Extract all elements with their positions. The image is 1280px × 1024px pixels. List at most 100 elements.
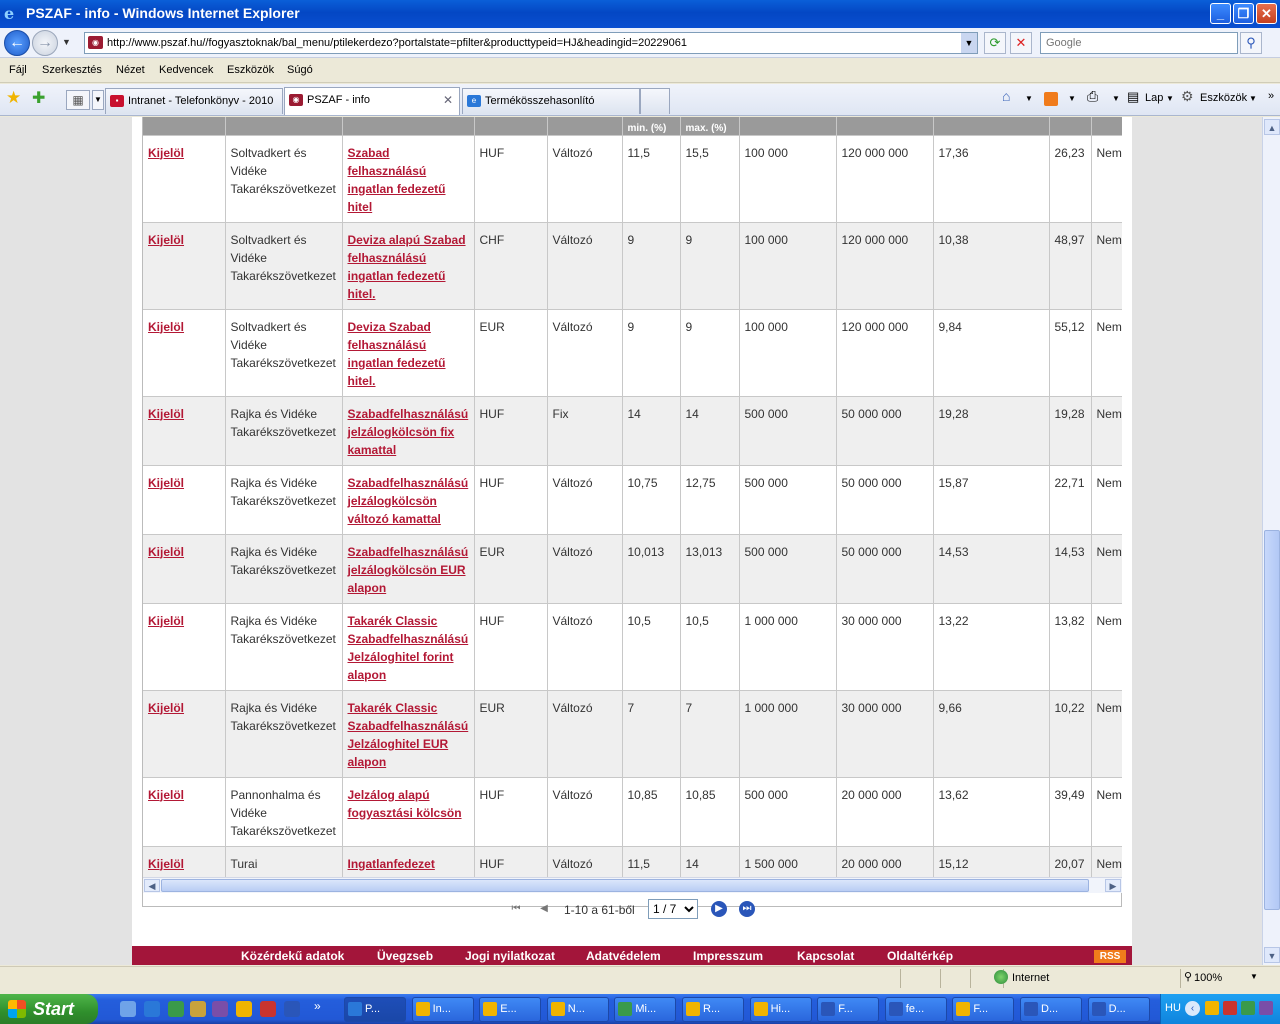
tray-app-icon[interactable]	[1241, 1001, 1255, 1015]
vertical-scroll-thumb[interactable]	[1264, 530, 1280, 910]
zoom-dropdown[interactable]: ▼	[1250, 972, 1258, 981]
search-box[interactable]	[1040, 32, 1238, 54]
tab-intranet[interactable]: ▪ Intranet - Telefonkönyv - 2010	[105, 88, 283, 114]
quicklaunch-overflow-icon[interactable]: »	[314, 999, 321, 1013]
select-link[interactable]: Kijelöl	[148, 146, 184, 160]
footer-link-kozerdeku[interactable]: Közérdekű adatok	[241, 949, 344, 963]
select-link[interactable]: Kijelöl	[148, 233, 184, 247]
quicklaunch-app-icon[interactable]	[260, 1001, 276, 1017]
footer-link-impresszum[interactable]: Impresszum	[693, 949, 763, 963]
feeds-dropdown[interactable]: ▼	[1068, 94, 1076, 103]
product-link[interactable]: Szabad felhasználású ingatlan fedezetű h…	[348, 146, 446, 214]
home-icon[interactable]: ⌂	[1002, 88, 1010, 104]
maximize-button[interactable]: ❐	[1233, 3, 1254, 24]
start-button[interactable]: Start	[0, 994, 98, 1024]
select-link[interactable]: Kijelöl	[148, 701, 184, 715]
select-link[interactable]: Kijelöl	[148, 407, 184, 421]
zoom-level[interactable]: 100%	[1194, 972, 1222, 984]
horizontal-scroll-thumb[interactable]	[161, 879, 1089, 892]
taskbar-task[interactable]: R...	[682, 997, 744, 1022]
tray-app-icon[interactable]	[1205, 1001, 1219, 1015]
product-link[interactable]: Jelzálog alapú fogyasztási kölcsön	[348, 788, 462, 820]
quicklaunch-app-icon[interactable]	[190, 1001, 206, 1017]
select-link[interactable]: Kijelöl	[148, 545, 184, 559]
address-dropdown[interactable]: ▼	[961, 33, 977, 53]
print-icon[interactable]: ⎙	[1087, 88, 1098, 105]
tools-menu-button[interactable]: Eszközök	[1200, 92, 1247, 104]
close-button[interactable]: ✕	[1256, 3, 1277, 24]
next-page-icon[interactable]: ▶	[711, 901, 727, 917]
tab-list-dropdown[interactable]: ▼	[92, 90, 104, 110]
taskbar-task[interactable]: fe...	[884, 997, 947, 1022]
quicklaunch-ie-icon[interactable]	[144, 1001, 160, 1017]
taskbar-task[interactable]: Hi...	[749, 997, 812, 1022]
quicklaunch-outlook-icon[interactable]	[236, 1001, 252, 1017]
stop-button[interactable]: ✕	[1010, 32, 1032, 54]
select-link[interactable]: Kijelöl	[148, 788, 184, 802]
footer-link-jogi[interactable]: Jogi nyilatkozat	[465, 949, 555, 963]
horizontal-scrollbar[interactable]: ◀ ▶	[143, 877, 1122, 893]
product-link[interactable]: Takarék Classic Szabadfelhasználású Jelz…	[348, 614, 469, 682]
page-dropdown[interactable]: ▼	[1166, 94, 1174, 103]
new-tab-button[interactable]	[640, 88, 670, 114]
minimize-button[interactable]: _	[1210, 3, 1231, 24]
search-icon[interactable]: ⚲	[1240, 32, 1262, 54]
print-dropdown[interactable]: ▼	[1112, 94, 1120, 103]
menu-tools[interactable]: Eszközök	[227, 64, 274, 76]
last-page-icon[interactable]: ⏭	[739, 901, 755, 917]
select-link[interactable]: Kijelöl	[148, 320, 184, 334]
refresh-button[interactable]: ⟳	[984, 32, 1006, 54]
scroll-right-arrow-icon[interactable]: ▶	[1105, 879, 1121, 892]
product-link[interactable]: Takarék Classic Szabadfelhasználású Jelz…	[348, 701, 469, 769]
taskbar-task[interactable]: P...	[344, 997, 406, 1022]
menu-help[interactable]: Súgó	[287, 64, 313, 76]
tray-expand-icon[interactable]: ‹	[1185, 1001, 1200, 1016]
select-link[interactable]: Kijelöl	[148, 476, 184, 490]
select-link[interactable]: Kijelöl	[148, 857, 184, 871]
favorites-star-icon[interactable]: ★	[6, 88, 21, 108]
product-link[interactable]: Deviza Szabad felhasználású ingatlan fed…	[348, 320, 446, 388]
menu-file[interactable]: Fájl	[9, 64, 27, 76]
quicklaunch-app-icon[interactable]	[212, 1001, 228, 1017]
quick-tabs-icon[interactable]: ▦	[66, 90, 90, 110]
address-bar[interactable]: ◉ http://www.pszaf.hu//fogyasztoknak/bal…	[84, 32, 978, 54]
taskbar-task[interactable]: N...	[546, 997, 609, 1022]
prev-page-icon[interactable]: ◀	[536, 901, 552, 917]
tab-pszaf-info[interactable]: ◉ PSZAF - info ✕	[284, 87, 460, 115]
product-link[interactable]: Szabadfelhasználású jelzálogkölcsön EUR …	[348, 545, 469, 595]
close-tab-icon[interactable]: ✕	[443, 88, 453, 112]
search-input[interactable]	[1044, 34, 1234, 52]
footer-link-kapcsolat[interactable]: Kapcsolat	[797, 949, 854, 963]
product-link[interactable]: Szabadfelhasználású jelzálogkölcsön vált…	[348, 476, 469, 526]
scroll-up-arrow-icon[interactable]: ▲	[1264, 119, 1280, 135]
vertical-scrollbar[interactable]: ▲ ▼	[1262, 117, 1280, 965]
taskbar-task[interactable]: F...	[952, 997, 1015, 1022]
taskbar-task[interactable]: E...	[479, 997, 542, 1022]
quicklaunch-desktop-icon[interactable]	[120, 1001, 136, 1017]
first-page-icon[interactable]: ⏮	[508, 901, 524, 917]
product-link[interactable]: Szabadfelhasználású jelzálogkölcsön fix …	[348, 407, 469, 457]
select-link[interactable]: Kijelöl	[148, 614, 184, 628]
home-dropdown[interactable]: ▼	[1025, 94, 1033, 103]
language-indicator[interactable]: HU	[1165, 1002, 1181, 1014]
tab-termekosszehasonlito[interactable]: e Termékösszehasonlító	[462, 88, 640, 114]
quicklaunch-word-icon[interactable]	[284, 1001, 300, 1017]
tray-app-icon[interactable]	[1259, 1001, 1273, 1015]
footer-link-adatvedelem[interactable]: Adatvédelem	[586, 949, 661, 963]
tray-app-icon[interactable]	[1223, 1001, 1237, 1015]
taskbar-task[interactable]: D...	[1020, 997, 1082, 1022]
rss-feed-icon[interactable]	[1044, 92, 1058, 106]
page-select[interactable]: 1 / 7	[648, 899, 698, 919]
menu-view[interactable]: Nézet	[116, 64, 145, 76]
menu-favorites[interactable]: Kedvencek	[159, 64, 213, 76]
scroll-down-arrow-icon[interactable]: ▼	[1264, 947, 1280, 963]
scroll-left-arrow-icon[interactable]: ◀	[144, 879, 160, 892]
product-link[interactable]: Ingatlanfedezet mellett nyújtott jelzálo…	[348, 857, 435, 878]
product-link[interactable]: Deviza alapú Szabad felhasználású ingatl…	[348, 233, 466, 301]
toolbar-overflow-icon[interactable]: »	[1268, 90, 1274, 102]
forward-button[interactable]: →	[32, 30, 58, 56]
recent-pages-dropdown[interactable]: ▼	[62, 37, 71, 47]
taskbar-task[interactable]: Mi...	[614, 997, 677, 1022]
footer-link-oldalterkep[interactable]: Oldaltérkép	[887, 949, 953, 963]
page-menu-button[interactable]: Lap	[1145, 92, 1163, 104]
